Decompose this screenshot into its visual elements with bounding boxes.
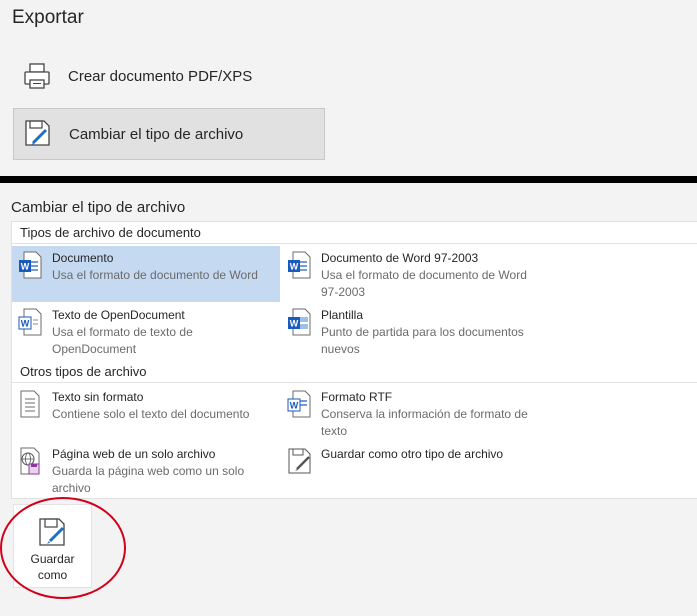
filetype-description: Usa el formato de texto de OpenDocument — [52, 325, 193, 356]
filetype-description: Contiene solo el texto del documento — [52, 407, 250, 421]
page-title: Exportar — [12, 7, 84, 28]
svg-text:W: W — [290, 262, 299, 272]
filetype-rtf[interactable]: W Formato RTF Conserva la información de… — [281, 385, 551, 441]
section-divider — [0, 176, 697, 183]
change-file-type-label: Cambiar el tipo de archivo — [69, 125, 244, 143]
filetype-name: Formato RTF — [321, 390, 393, 404]
filetype-description: Usa el formato de documento de Word 97-2… — [321, 268, 527, 299]
create-pdf-xps-label: Crear documento PDF/XPS — [68, 67, 253, 85]
filetype-description: Punto de partida para los documentos nue… — [321, 325, 524, 356]
create-pdf-xps-button[interactable]: Crear documento PDF/XPS — [13, 50, 325, 102]
filetype-documento[interactable]: W Documento Usa el formato de documento … — [12, 246, 280, 302]
filetype-save-as-other[interactable]: Guardar como otro tipo de archivo — [281, 442, 551, 498]
rtf-icon: W — [287, 390, 311, 418]
filetype-name: Plantilla — [321, 308, 364, 322]
opendocument-text-icon: W — [18, 308, 42, 336]
save-as-other-icon — [287, 447, 311, 475]
word-template-icon: W — [287, 308, 311, 336]
filetype-opendocument-text[interactable]: W Texto de OpenDocument Usa el formato d… — [12, 303, 280, 359]
filetype-name: Texto de OpenDocument — [52, 308, 185, 322]
svg-text:W: W — [21, 262, 30, 272]
file-types-panel: Tipos de archivo de documento W Document… — [11, 221, 697, 499]
change-type-section-title: Cambiar el tipo de archivo — [11, 199, 186, 216]
filetype-description: Usa el formato de documento de Word — [52, 268, 258, 282]
filetype-description: Guarda la página web como un solo archiv… — [52, 464, 245, 495]
printer-pdf-icon — [17, 56, 57, 96]
filetype-description: Conserva la información de formato de te… — [321, 407, 528, 438]
svg-text:W: W — [290, 401, 299, 411]
group-header-document-types: Tipos de archivo de documento — [12, 222, 697, 244]
change-file-type-icon — [18, 114, 58, 154]
filetype-name: Documento de Word 97-2003 — [321, 251, 479, 265]
save-as-button[interactable]: Guardar como — [13, 504, 92, 588]
save-as-label: Guardar como — [30, 552, 75, 582]
single-file-webpage-icon — [18, 447, 42, 475]
filetype-name: Texto sin formato — [52, 390, 144, 404]
filetype-word-97-2003[interactable]: W Documento de Word 97-2003 Usa el forma… — [281, 246, 551, 302]
filetype-single-file-webpage[interactable]: Página web de un solo archivo Guarda la … — [12, 442, 280, 498]
svg-text:W: W — [290, 319, 299, 329]
save-as-icon — [36, 515, 70, 549]
change-file-type-button[interactable]: Cambiar el tipo de archivo — [13, 108, 325, 160]
word-document-icon: W — [18, 251, 42, 279]
svg-text:W: W — [21, 319, 30, 329]
filetype-plain-text[interactable]: Texto sin formato Contiene solo el texto… — [12, 385, 280, 441]
plain-text-icon — [18, 390, 42, 418]
word-97-2003-icon: W — [287, 251, 311, 279]
filetype-name: Documento — [52, 251, 114, 265]
group-header-other-types: Otros tipos de archivo — [12, 361, 697, 383]
filetype-name: Página web de un solo archivo — [52, 447, 216, 461]
filetype-plantilla[interactable]: W Plantilla Punto de partida para los do… — [281, 303, 551, 359]
filetype-name: Guardar como otro tipo de archivo — [321, 447, 504, 461]
